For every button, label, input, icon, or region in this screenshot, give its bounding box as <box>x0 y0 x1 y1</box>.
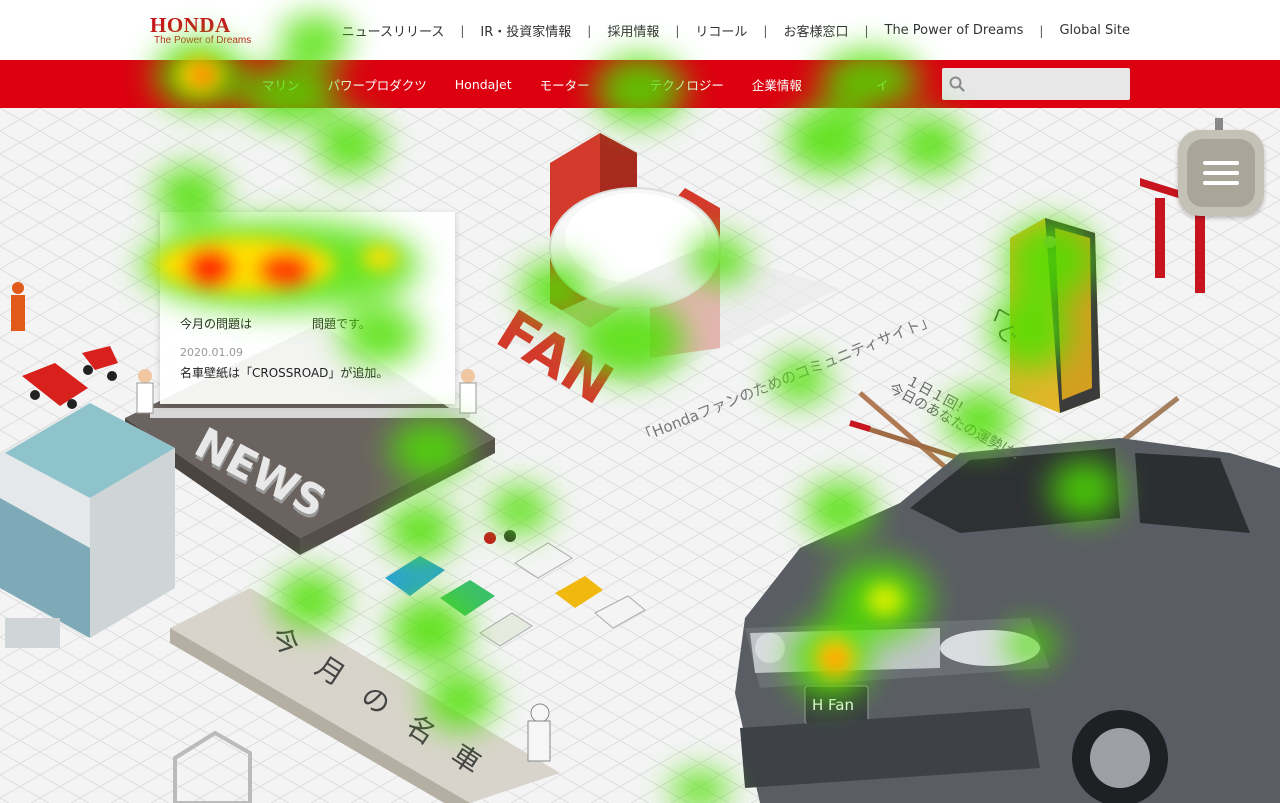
news-item[interactable]: 今月の問題は 問題です。 <box>180 310 371 332</box>
illustrated-scene: NEWS FAN 「Hondaファンのためのコミュニティサイト」 １日１回！ 今… <box>0 108 1280 803</box>
top-link-customer[interactable]: お客様窓口 <box>783 21 848 40</box>
top-link-news-release[interactable]: ニュースリリース <box>342 21 445 40</box>
nav-corporate[interactable]: 企業情報 <box>752 75 802 94</box>
top-link-recruit[interactable]: 採用情報 <box>607 21 659 40</box>
news-item[interactable]: 2020.01.09 名車壁紙は「CROSSROAD」が追加。 <box>180 346 388 381</box>
menu-button[interactable] <box>1178 130 1264 216</box>
news-board[interactable]: 今月の問題は 問題です。 2020.01.09 名車壁紙は「CROSSROAD」… <box>160 212 455 404</box>
search-icon <box>949 76 965 92</box>
nav-marine[interactable]: マリン <box>262 75 300 94</box>
top-link-power-of-dreams[interactable]: The Power of Dreams <box>885 23 1024 38</box>
search-input[interactable] <box>972 72 1126 98</box>
honda-logo[interactable]: HONDA The Power of Dreams <box>150 14 251 46</box>
hamburger-icon <box>1187 139 1255 207</box>
nav-technology[interactable]: テクノロジー <box>650 75 724 94</box>
top-link-recall[interactable]: リコール <box>695 21 747 40</box>
nav-power-products[interactable]: パワープロダクツ <box>328 75 427 94</box>
nav-motorsports[interactable]: モーター <box>540 75 590 94</box>
news-text[interactable]: 今月の問題は 問題です。 <box>180 317 371 331</box>
logo-wordmark: HONDA <box>150 13 231 37</box>
car-badge: H Fan <box>812 696 854 714</box>
logo-tagline: The Power of Dreams <box>154 35 252 46</box>
product-nav: マリン パワープロダクツ HondaJet モーター テクノロジー 企業情報 イ <box>0 60 1280 108</box>
news-text[interactable]: 名車壁紙は「CROSSROAD」が追加。 <box>180 366 388 380</box>
news-date: 2020.01.09 <box>180 346 243 359</box>
utility-nav: ニュースリリース | IR・投資家情報 | 採用情報 | リコール | お客様窓… <box>341 21 1130 40</box>
nav-partial-item[interactable]: イ <box>876 75 889 94</box>
nav-hondajet[interactable]: HondaJet <box>455 77 512 92</box>
top-link-ir[interactable]: IR・投資家情報 <box>480 21 571 40</box>
top-header: HONDA The Power of Dreams ニュースリリース | IR・… <box>0 0 1280 60</box>
top-link-global-site[interactable]: Global Site <box>1059 23 1130 38</box>
search-box[interactable] <box>942 68 1130 100</box>
